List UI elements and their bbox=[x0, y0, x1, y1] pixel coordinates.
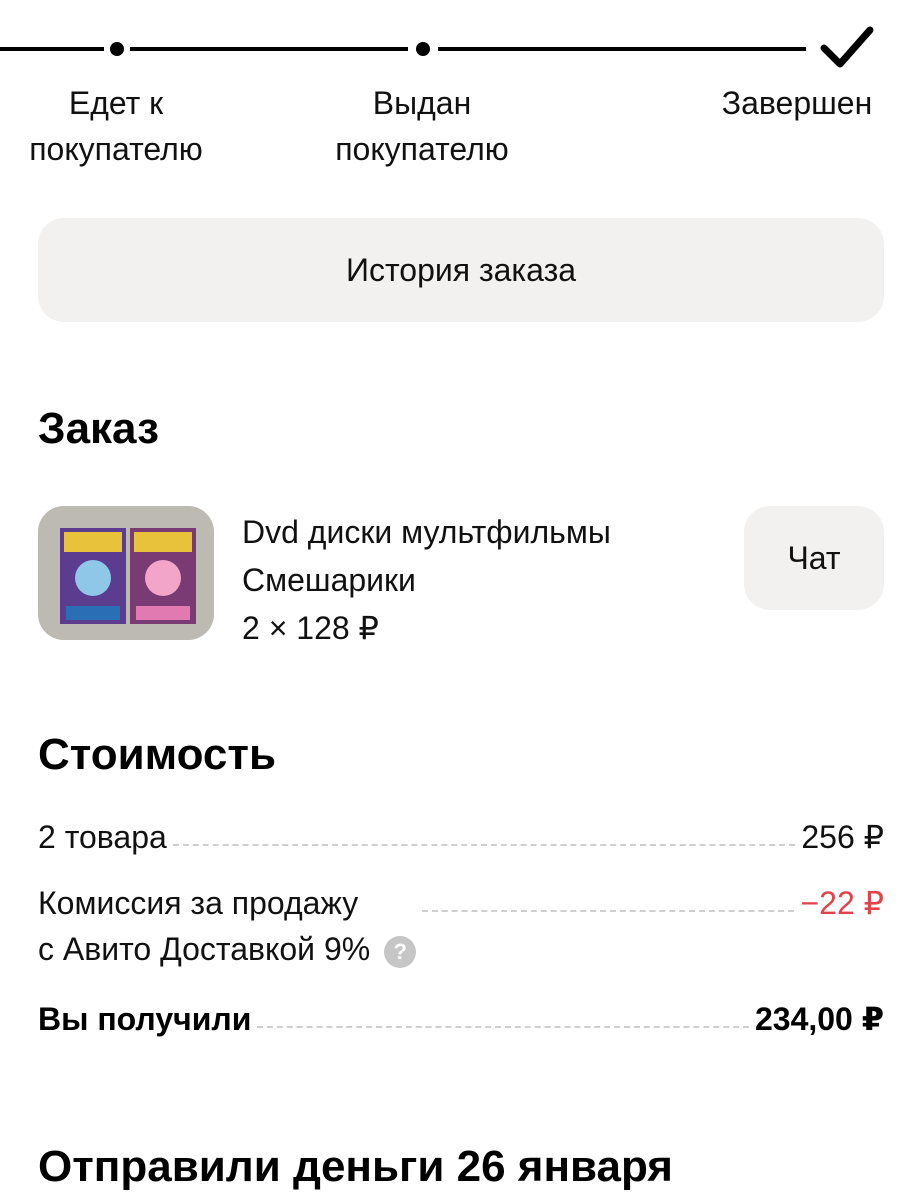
order-section-title: Заказ bbox=[38, 404, 159, 453]
payout-section-title: Отправили деньги 26 января bbox=[38, 1142, 673, 1191]
question-icon[interactable]: ? bbox=[384, 935, 417, 968]
commission-value: −22 ₽ bbox=[800, 885, 884, 921]
step-label-issued: Выдан покупателю bbox=[335, 85, 509, 167]
total-label: Вы получили bbox=[38, 1001, 252, 1037]
order-progress-tracker: Едет к покупателю Выдан покупателю Завер… bbox=[0, 0, 922, 180]
progress-dot bbox=[110, 42, 124, 56]
product-price: 2 × 128 ₽ bbox=[242, 610, 379, 646]
progress-dot bbox=[416, 42, 430, 56]
cost-value: 256 ₽ bbox=[801, 819, 884, 855]
cost-row-items: 2 товара 256 ₽ bbox=[38, 814, 884, 860]
cost-row-commission: Комиссия за продажу с Авито Доставкой 9%… bbox=[38, 880, 884, 972]
product-name[interactable]: Dvd диски мультфильмы Смешарики bbox=[242, 508, 712, 604]
cost-label: Комиссия за продажу с Авито Доставкой 9%… bbox=[38, 880, 417, 972]
step-label-completed: Завершен bbox=[721, 85, 873, 121]
cost-row-total: Вы получили 234,00 ₽ bbox=[38, 996, 884, 1042]
progress-line bbox=[0, 47, 104, 51]
total-value: 234,00 ₽ bbox=[754, 1001, 884, 1037]
product-info: Dvd диски мультфильмы Смешарики 2 × 128 … bbox=[242, 508, 712, 652]
progress-line bbox=[130, 47, 408, 51]
check-icon bbox=[820, 26, 874, 68]
progress-line bbox=[438, 47, 806, 51]
product-image[interactable] bbox=[38, 506, 214, 640]
dvd-covers-illustration bbox=[38, 506, 214, 640]
cost-section-title: Стоимость bbox=[38, 730, 277, 779]
cost-label: 2 товара bbox=[38, 819, 167, 855]
order-history-button[interactable]: История заказа bbox=[38, 218, 884, 322]
chat-button[interactable]: Чат bbox=[744, 506, 884, 610]
leader-dots bbox=[172, 814, 796, 846]
step-label-delivering: Едет к покупателю bbox=[29, 85, 203, 167]
leader-dots bbox=[422, 880, 795, 912]
leader-dots bbox=[257, 996, 749, 1028]
